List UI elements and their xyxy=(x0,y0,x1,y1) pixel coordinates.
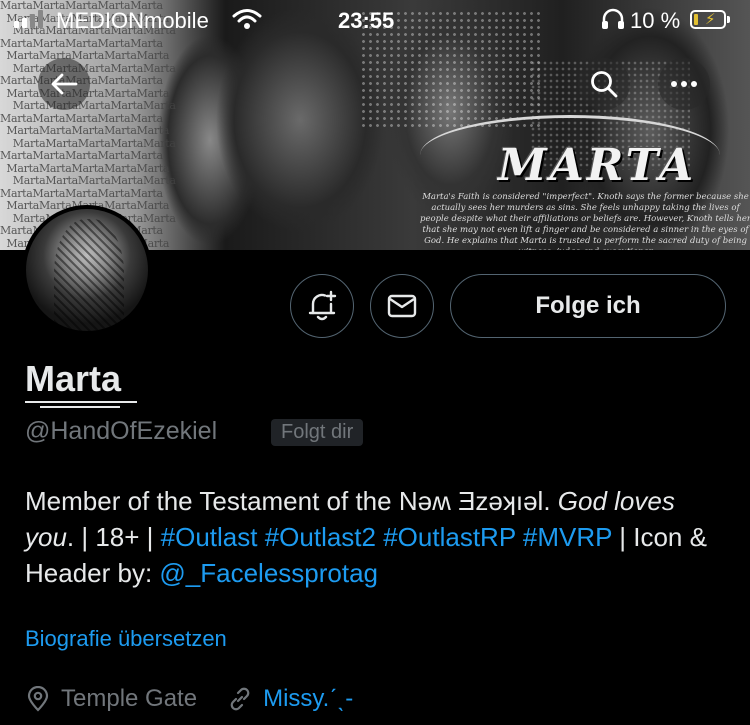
bio-hashtags[interactable]: #Outlast #Outlast2 #OutlastRP #MVRP xyxy=(161,522,612,552)
bio-text: Member of the Testament of the Nəʍ Ǝzəʞı… xyxy=(25,486,558,516)
notifications-button[interactable] xyxy=(290,274,354,338)
back-button[interactable] xyxy=(38,58,90,110)
carrier-name: MEDIONmobile xyxy=(56,8,209,33)
search-icon xyxy=(591,71,618,98)
mail-icon xyxy=(387,294,417,318)
wifi-icon xyxy=(232,9,262,29)
back-arrow-icon xyxy=(51,73,78,95)
profile-avatar[interactable] xyxy=(22,205,152,335)
name-underline xyxy=(25,401,137,403)
name-underline-2 xyxy=(40,406,120,408)
translate-bio-link[interactable]: Biografie übersetzen xyxy=(25,626,227,652)
signal-strength-icon xyxy=(14,10,43,28)
location-pin-icon xyxy=(27,686,49,712)
bio-mention-link[interactable]: @_Facelessprotag xyxy=(159,558,378,588)
more-options-button[interactable] xyxy=(658,58,710,110)
bio-text-2: . | 18+ | xyxy=(66,522,161,552)
headphones-icon xyxy=(602,8,624,29)
profile-bio: Member of the Testament of the Nəʍ Ǝzəʞı… xyxy=(25,483,715,591)
profile-handle: @HandOfEzekiel xyxy=(25,417,218,445)
profile-meta: Temple Gate Missy.ˊˎ- xyxy=(25,683,353,715)
more-icon xyxy=(671,81,697,87)
message-button[interactable] xyxy=(370,274,434,338)
link-icon xyxy=(230,687,250,711)
location: Temple Gate xyxy=(25,685,197,713)
status-bar: MEDIONmobile 23:55 10 % ⚡ xyxy=(0,0,750,40)
battery-percentage: 10 % xyxy=(630,8,681,33)
follows-you-badge: Folgt dir xyxy=(271,419,364,446)
website[interactable]: Missy.ˊˎ- xyxy=(227,685,353,713)
website-link[interactable]: Missy.ˊˎ- xyxy=(263,685,353,713)
battery-icon: ⚡ xyxy=(690,10,730,29)
notification-bell-plus-icon xyxy=(308,290,337,321)
search-button[interactable] xyxy=(578,58,630,110)
avatar-veil xyxy=(54,219,124,331)
banner-caption: Marta's Faith is considered "imperfect".… xyxy=(420,192,750,250)
following-button[interactable]: Folge ich xyxy=(450,274,726,338)
profile-name: Marta xyxy=(25,358,122,399)
banner-logo-text: MARTA xyxy=(498,140,697,191)
clock: 23:55 xyxy=(338,8,395,33)
location-text: Temple Gate xyxy=(61,685,198,712)
